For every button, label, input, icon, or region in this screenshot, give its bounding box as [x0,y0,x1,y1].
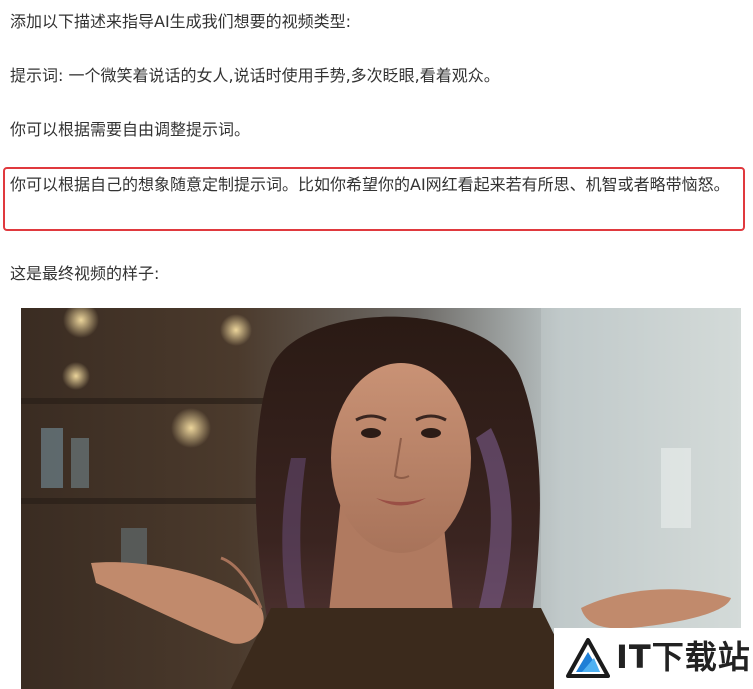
watermark: IT下载站 [554,628,753,689]
highlight-box: 你可以根据自己的想象随意定制提示词。比如你希望你的AI网红看起来若有所思、机智或… [3,167,745,231]
triangle-logo-icon [566,638,610,678]
paragraph-prompt: 提示词: 一个微笑着说话的女人,说话时使用手势,多次眨眼,看着观众。 [10,66,500,85]
paragraph-final-video: 这是最终视频的样子: [10,264,160,283]
paragraph-customize: 你可以根据自己的想象随意定制提示词。比如你希望你的AI网红看起来若有所思、机智或… [10,175,730,194]
paragraph-adjust: 你可以根据需要自由调整提示词。 [10,120,251,139]
watermark-text: IT下载站 [616,638,751,676]
paragraph-instruction: 添加以下描述来指导AI生成我们想要的视频类型: [10,12,352,31]
